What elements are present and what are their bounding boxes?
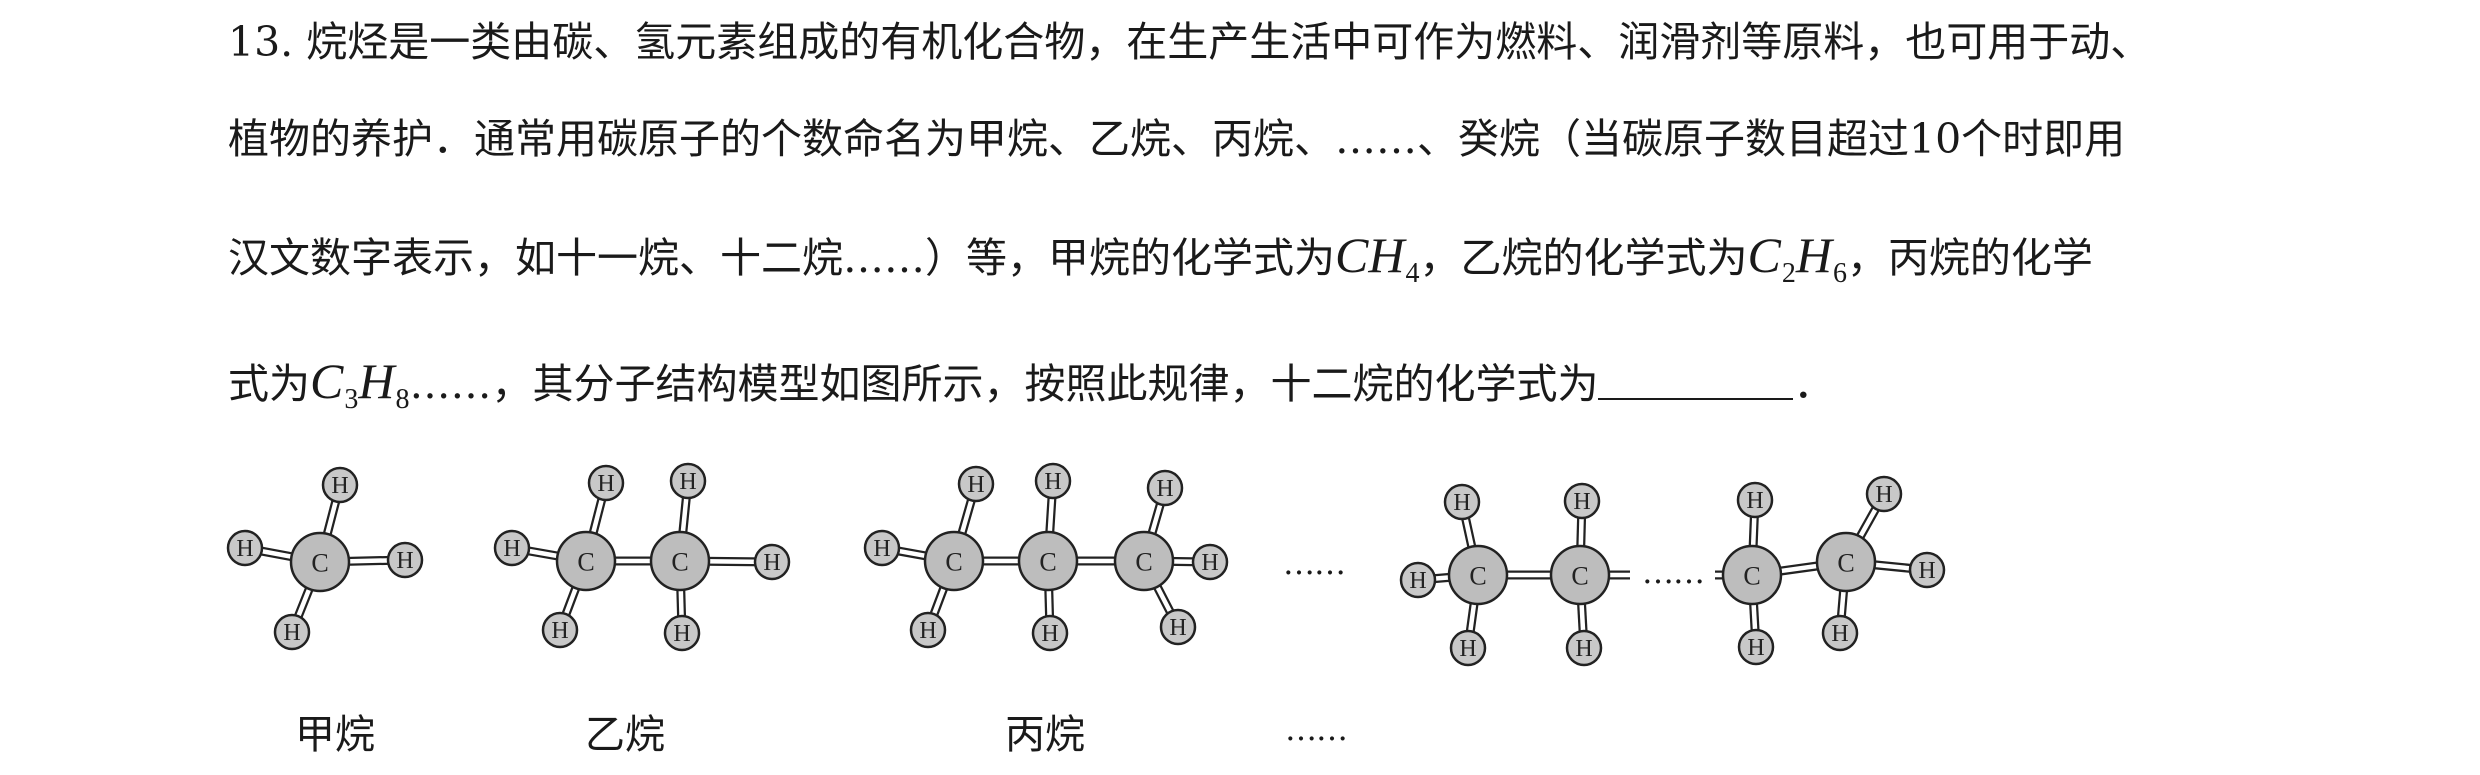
svg-text:H: H [679,469,696,495]
chain-hydrogen-atom: H [1737,628,1775,666]
svg-text:H: H [1575,636,1592,662]
ethane-carbon-atom: C [555,530,617,592]
svg-text:H: H [673,621,690,647]
svg-text:H: H [503,536,520,562]
question-line-3: 汉文数字表示，如十一烷、十二烷……）等，甲烷的化学式为CH4，乙烷的化学式为C2… [228,230,2093,288]
chain-hydrogen-atom: H [1443,483,1481,521]
chain-carbon-atom: C [1447,544,1509,606]
label-ellipsis: …… [1285,710,1348,748]
chain-hydrogen-atom: H [1399,561,1437,599]
svg-text:H: H [873,536,890,562]
svg-text:H: H [236,536,253,562]
svg-text:C: C [1469,562,1486,591]
svg-text:H: H [763,550,780,576]
ellipsis-between-molecules: …… [1283,544,1346,582]
svg-text:H: H [283,620,300,646]
ethane-hydrogen-atom: H [669,462,707,500]
label-propane: 丙烷 [1005,712,1085,758]
answer-blank[interactable] [1598,364,1794,400]
label-ethane: 乙烷 [585,712,665,758]
svg-text:H: H [1918,558,1935,584]
question-text: ，乙烷的化学式为 [1419,234,1748,282]
svg-text:C: C [1743,562,1760,591]
question-text: 植物的养护．通常用碳原子的个数命名为甲烷、乙烷、丙烷、……、癸烷（当碳原子数目超… [228,115,2126,163]
ethane-hydrogen-atom: H [493,529,531,567]
propane-hydrogen-atom: H [909,611,947,649]
svg-text:C: C [311,549,328,578]
methane-formula: CH4 [1335,227,1420,289]
svg-text:H: H [1201,550,1218,576]
question-line-2: 植物的养护．通常用碳原子的个数命名为甲烷、乙烷、丙烷、……、癸烷（当碳原子数目超… [228,119,2125,160]
chain-carbon-atom: C [1815,531,1877,593]
ethane-hydrogen-atom: H [587,464,625,502]
chain-carbon-atom: C [1549,544,1611,606]
question-text: ，丙烷的化学 [1846,234,2093,282]
svg-text:H: H [396,548,413,574]
svg-text:H: H [1875,482,1892,508]
propane-hydrogen-atom: H [1159,608,1197,646]
svg-text:C: C [671,548,688,577]
propane-hydrogen-atom: H [1191,543,1229,581]
propane-hydrogen-atom: H [1034,462,1072,500]
methane-hydrogen-atom: H [226,529,264,567]
ethane-hydrogen-atom: H [663,614,701,652]
methane-hydrogen-atom: H [273,613,311,651]
ethane-formula: C2H6 [1747,227,1847,289]
question-line-4: 式为C3H8……，其分子结构模型如图所示，按照此规律，十二烷的化学式为 ． [228,356,1834,414]
propane-hydrogen-atom: H [1031,614,1069,652]
svg-text:H: H [1459,636,1476,662]
svg-text:H: H [1746,488,1763,514]
ethane-carbon-atom: C [649,530,711,592]
methane-hydrogen-atom: H [321,466,359,504]
svg-text:H: H [919,618,936,644]
svg-text:H: H [1453,490,1470,516]
molecule-structure-figure: H H H H C H H H H H H C C H H H H H H H H C C C H H H H H H H H H H C C C C [226,462,1946,667]
svg-text:H: H [1041,621,1058,647]
svg-text:H: H [1169,615,1186,641]
methane-carbon-atom: C [289,531,351,593]
svg-text:C: C [945,548,962,577]
question-text: ……，其分子结构模型如图所示，按照此规律，十二烷的化学式为 [409,360,1599,408]
ellipsis-carbon-chain: …… [1642,553,1705,591]
propane-carbon-atom: C [1017,530,1079,592]
propane-hydrogen-atom: H [1146,469,1184,507]
propane-hydrogen-atom: H [957,465,995,503]
ethane-hydrogen-atom: H [753,543,791,581]
svg-text:C: C [1837,549,1854,578]
svg-text:C: C [1135,548,1152,577]
chain-hydrogen-atom: H [1449,629,1487,667]
propane-formula: C3H8 [310,353,410,415]
svg-text:H: H [1409,568,1426,594]
svg-text:H: H [597,471,614,497]
chain-hydrogen-atom: H [1565,629,1603,667]
question-text: 13. 烷烃是一类由碳、氢元素组成的有机化合物，在生产生活中可作为燃料、润滑剂等… [228,18,2152,66]
svg-text:H: H [551,618,568,644]
svg-text:C: C [1571,562,1588,591]
methane-hydrogen-atom: H [386,541,424,579]
propane-carbon-atom: C [1113,530,1175,592]
propane-carbon-atom: C [923,530,985,592]
svg-text:H: H [1831,621,1848,647]
chain-hydrogen-atom: H [1908,551,1946,589]
svg-text:H: H [331,473,348,499]
svg-text:H: H [1044,469,1061,495]
question-text: 汉文数字表示，如十一烷、十二烷……）等，甲烷的化学式为 [228,234,1335,282]
svg-text:C: C [1039,548,1056,577]
question-text: 式为 [228,360,310,408]
label-methane: 甲烷 [295,712,375,758]
chain-hydrogen-atom: H [1821,614,1859,652]
chain-hydrogen-atom: H [1736,481,1774,519]
chain-carbon-atom: C [1721,544,1783,606]
svg-text:H: H [1156,476,1173,502]
svg-text:H: H [1747,635,1764,661]
chain-hydrogen-atom: H [1865,475,1903,513]
chain-hydrogen-atom: H [1563,482,1601,520]
ethane-hydrogen-atom: H [541,611,579,649]
svg-text:C: C [577,548,594,577]
svg-text:H: H [967,472,984,498]
question-text: ． [1793,360,1835,408]
svg-text:H: H [1573,489,1590,515]
propane-hydrogen-atom: H [863,529,901,567]
question-line-1: 13. 烷烃是一类由碳、氢元素组成的有机化合物，在生产生活中可作为燃料、润滑剂等… [228,22,2151,63]
